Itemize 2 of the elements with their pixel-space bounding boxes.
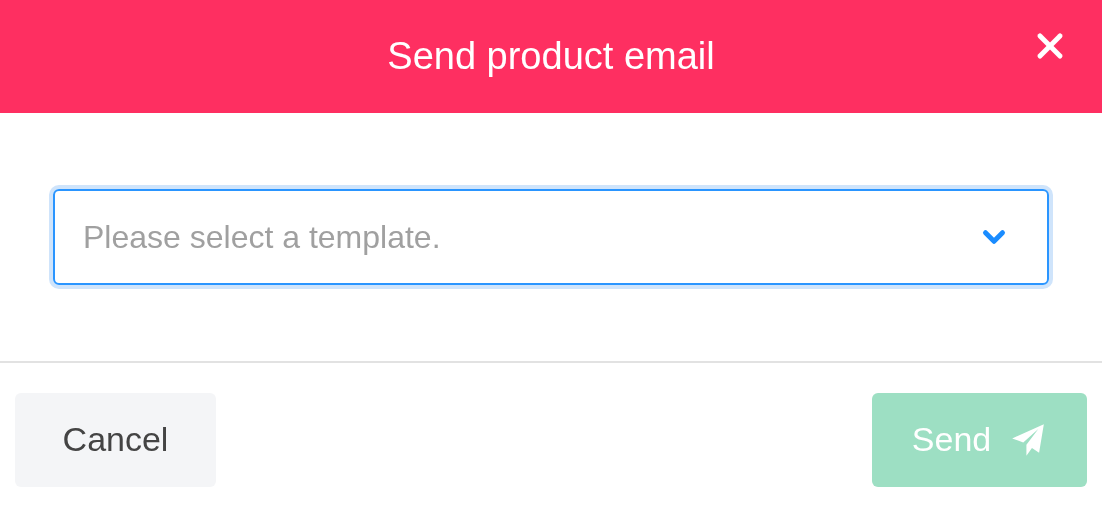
cancel-button[interactable]: Cancel <box>15 392 216 487</box>
dialog-title: Send product email <box>387 34 715 79</box>
